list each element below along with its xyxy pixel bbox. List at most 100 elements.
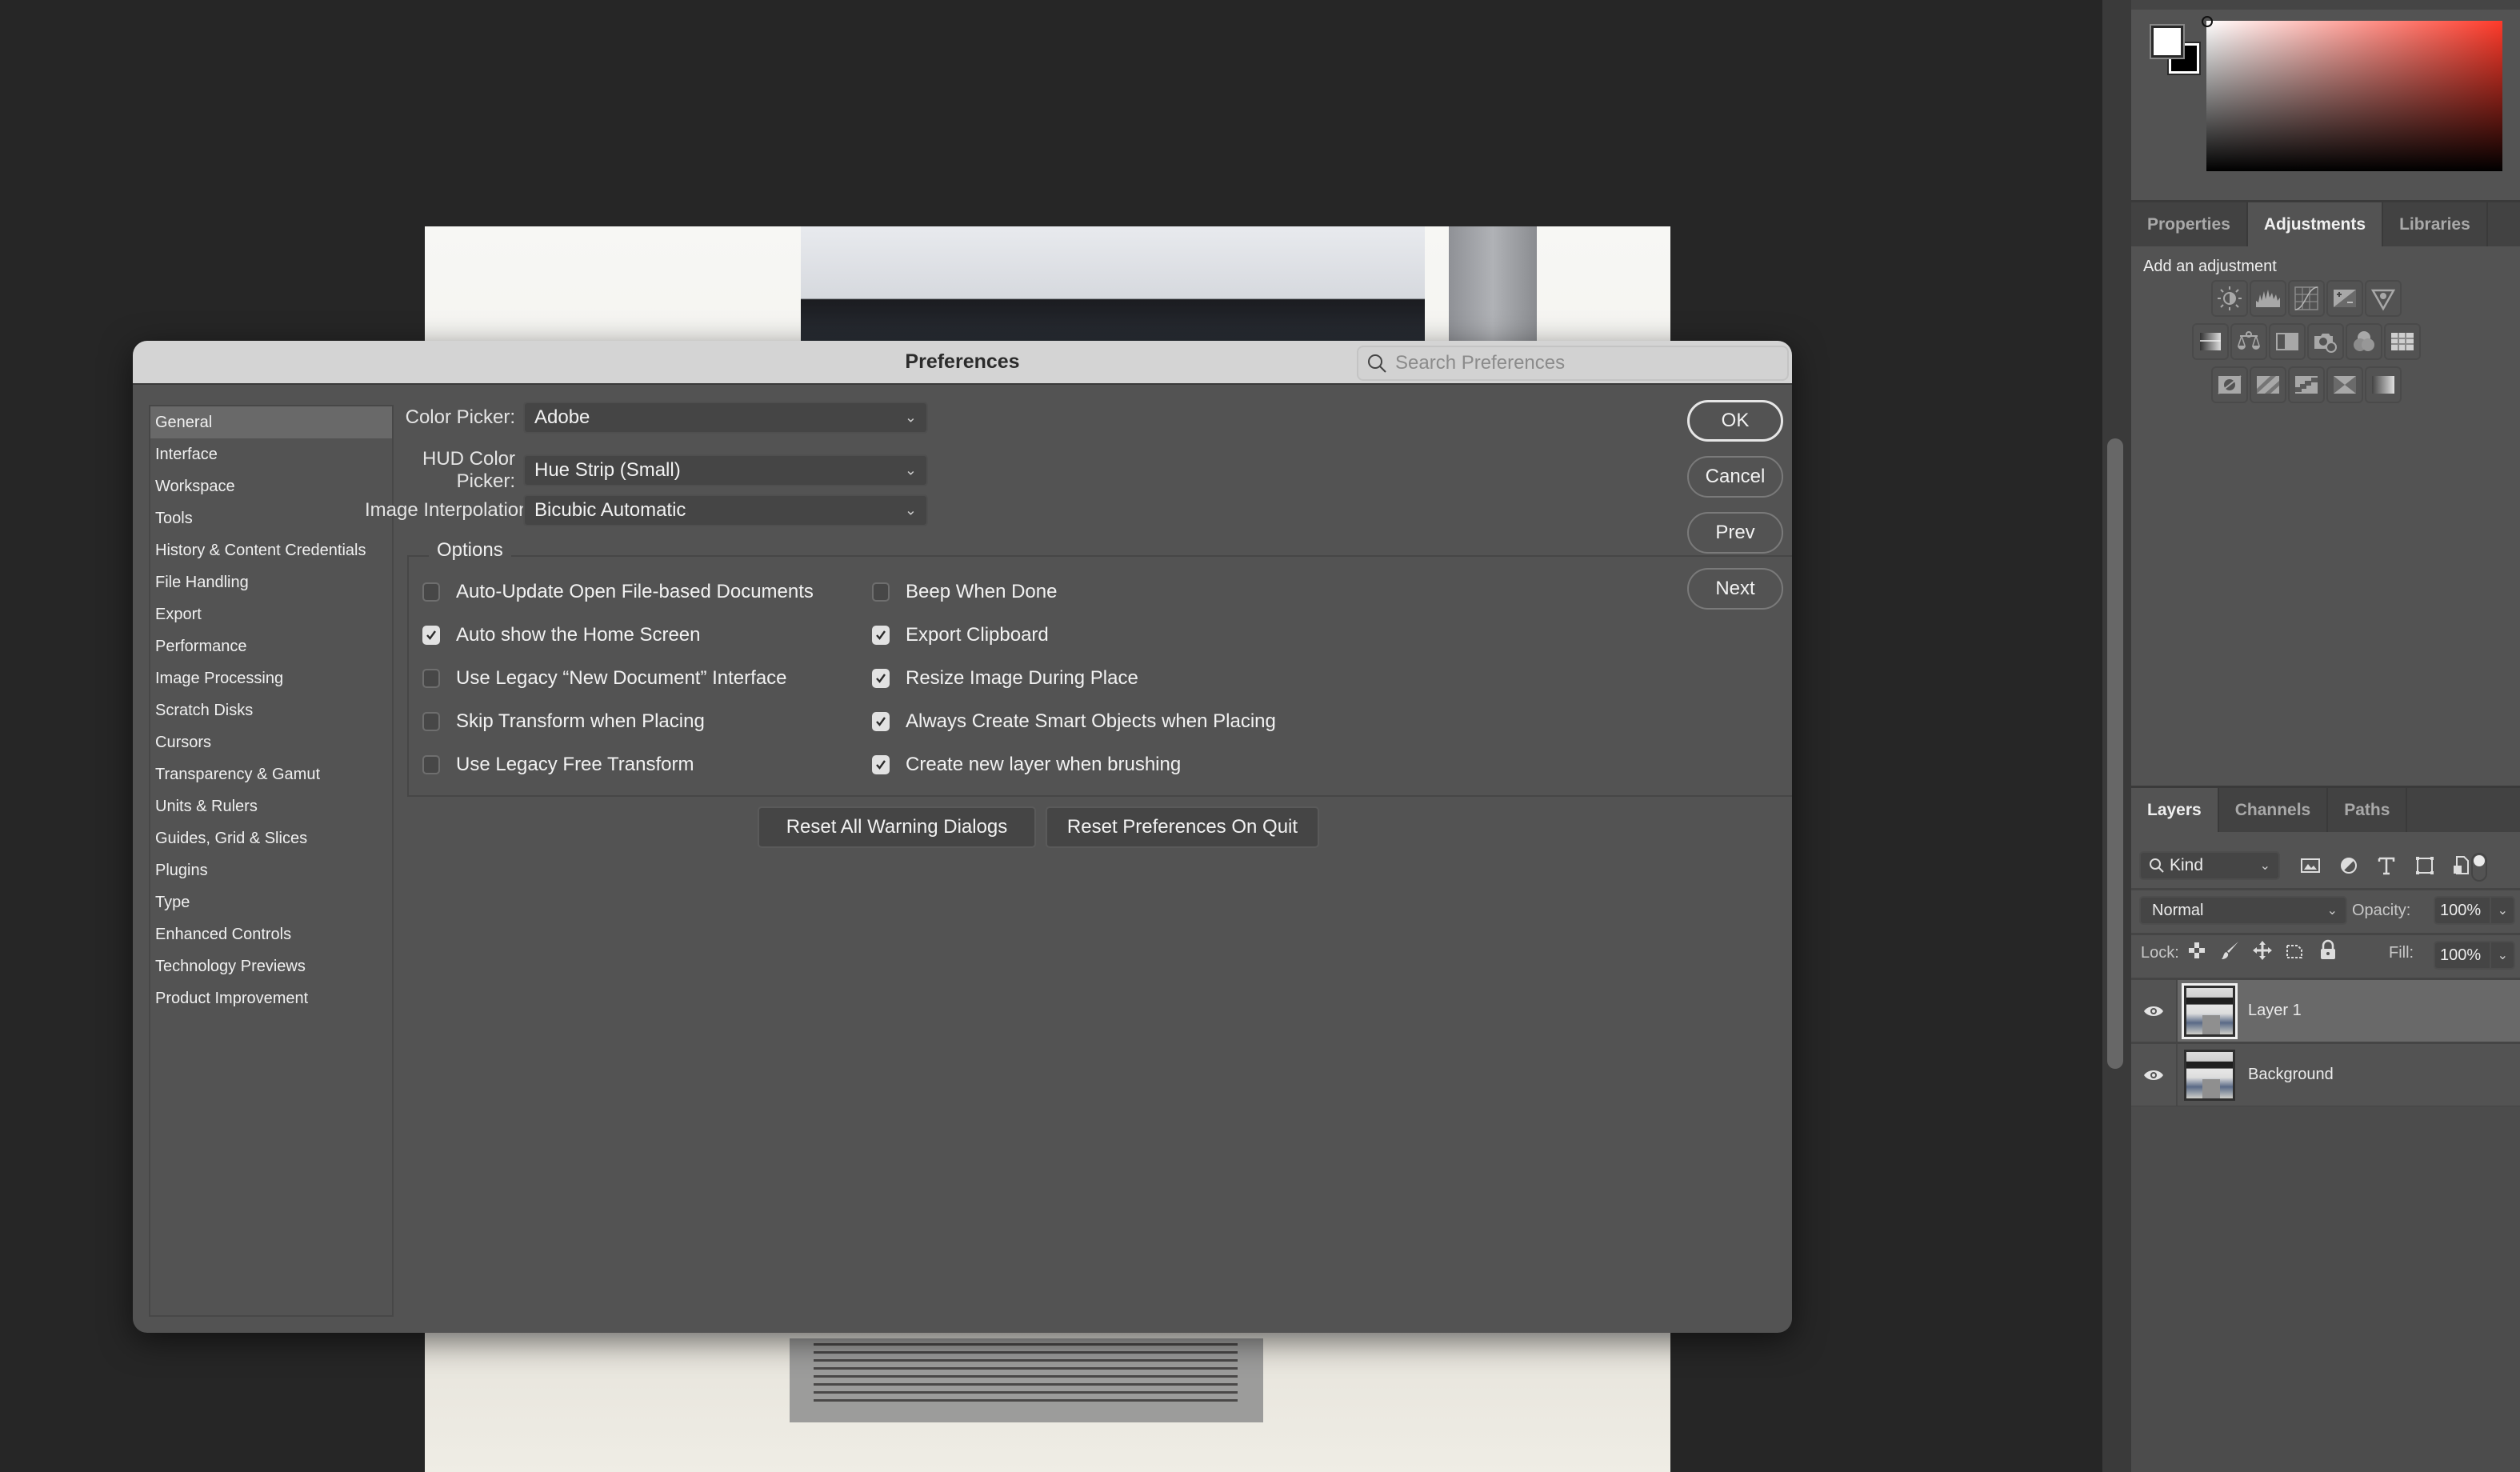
option-checkbox-row[interactable]: Use Legacy Free Transform — [422, 754, 694, 776]
image-interpolation-select[interactable]: Bicubic Automatic ⌄ — [523, 494, 928, 526]
nav-item-technology-previews[interactable]: Technology Previews — [150, 950, 392, 982]
dialog-titlebar[interactable]: Preferences — [133, 341, 1792, 385]
scrollbar-thumb[interactable] — [2107, 438, 2123, 1069]
nav-item-export[interactable]: Export — [150, 598, 392, 630]
nav-item-image-processing[interactable]: Image Processing — [150, 662, 392, 694]
checkbox-checked[interactable] — [872, 669, 890, 688]
tab-layers[interactable]: Layers — [2131, 788, 2219, 832]
tab-properties[interactable]: Properties — [2131, 202, 2248, 246]
nav-item-cursors[interactable]: Cursors — [150, 726, 392, 758]
type-layer-filter-icon[interactable] — [2374, 853, 2399, 878]
cancel-button[interactable]: Cancel — [1687, 456, 1783, 498]
layer-row-background[interactable]: Background — [2131, 1044, 2520, 1108]
layer-visibility-toggle[interactable] — [2131, 1044, 2178, 1106]
posterize-icon[interactable] — [2250, 366, 2286, 403]
tab-adjustments[interactable]: Adjustments — [2247, 202, 2384, 246]
levels-icon[interactable] — [2250, 280, 2286, 317]
adjustment-layer-filter-icon[interactable] — [2336, 853, 2362, 878]
chevron-down-icon[interactable]: ⌄ — [2498, 947, 2508, 963]
option-checkbox-row[interactable]: Skip Transform when Placing — [422, 710, 705, 733]
shape-layer-filter-icon[interactable] — [2412, 853, 2438, 878]
checkbox-unchecked[interactable] — [422, 712, 440, 731]
color-picker-select[interactable]: Adobe ⌄ — [523, 402, 928, 434]
layer-visibility-toggle[interactable] — [2131, 980, 2178, 1042]
nav-item-interface[interactable]: Interface — [150, 438, 392, 470]
curves-icon[interactable] — [2288, 280, 2325, 317]
ok-button[interactable]: OK — [1687, 400, 1783, 442]
option-checkbox-row[interactable]: Resize Image During Place — [872, 667, 1138, 690]
option-checkbox-row[interactable]: Auto show the Home Screen — [422, 624, 701, 646]
nav-item-file-handling[interactable]: File Handling — [150, 566, 392, 598]
nav-item-workspace[interactable]: Workspace — [150, 470, 392, 502]
lock-transparent-pixels-icon[interactable] — [2186, 939, 2208, 962]
smart-object-filter-icon[interactable] — [2448, 853, 2474, 878]
layer-filter-kind-select[interactable]: Kind ⌄ — [2139, 851, 2280, 880]
vertical-scrollbar[interactable] — [2102, 0, 2128, 1472]
option-checkbox-row[interactable]: Beep When Done — [872, 581, 1057, 603]
checkbox-unchecked[interactable] — [422, 755, 440, 774]
search-preferences-box[interactable] — [1357, 346, 1789, 381]
reset-preferences-on-quit-button[interactable]: Reset Preferences On Quit — [1046, 806, 1319, 848]
pixel-layer-filter-icon[interactable] — [2298, 853, 2323, 878]
invert-icon[interactable] — [2211, 366, 2248, 403]
gradient-map-icon[interactable] — [2365, 366, 2402, 403]
lock-artboard-icon[interactable] — [2283, 939, 2306, 962]
threshold-icon[interactable] — [2288, 366, 2325, 403]
option-checkbox-row[interactable]: Export Clipboard — [872, 624, 1049, 646]
vibrance-icon[interactable] — [2365, 280, 2402, 317]
layer-main[interactable]: Background — [2178, 1044, 2520, 1106]
fill-field[interactable]: 100% ⌄ — [2434, 941, 2515, 970]
chevron-down-icon[interactable]: ⌄ — [2498, 902, 2508, 918]
next-button[interactable]: Next — [1687, 568, 1783, 610]
nav-item-guides-grid-slices[interactable]: Guides, Grid & Slices — [150, 822, 392, 854]
lock-all-padlock-icon[interactable] — [2317, 939, 2339, 962]
color-balance-icon[interactable] — [2230, 323, 2267, 360]
option-checkbox-row[interactable]: Auto-Update Open File-based Documents — [422, 581, 814, 603]
hud-color-picker-select[interactable]: Hue Strip (Small) ⌄ — [523, 454, 928, 486]
option-checkbox-row[interactable]: Always Create Smart Objects when Placing — [872, 710, 1276, 733]
tab-channels[interactable]: Channels — [2219, 788, 2329, 832]
nav-item-history-content-credentials[interactable]: History & Content Credentials — [150, 534, 392, 566]
tab-paths[interactable]: Paths — [2328, 788, 2408, 832]
nav-item-general[interactable]: General — [150, 406, 392, 438]
checkbox-unchecked[interactable] — [422, 582, 440, 602]
search-preferences-input[interactable] — [1395, 352, 1779, 374]
exposure-icon[interactable] — [2326, 280, 2363, 317]
checkbox-checked[interactable] — [872, 712, 890, 731]
nav-item-units-rulers[interactable]: Units & Rulers — [150, 790, 392, 822]
channel-mixer-icon[interactable] — [2346, 323, 2382, 360]
selective-color-icon[interactable] — [2326, 366, 2363, 403]
color-picker-field[interactable] — [2206, 21, 2502, 171]
checkbox-checked[interactable] — [872, 626, 890, 645]
photo-filter-icon[interactable] — [2307, 323, 2344, 360]
layer-row-layer-1[interactable]: Layer 1 — [2131, 980, 2520, 1044]
checkbox-checked[interactable] — [872, 755, 890, 774]
nav-item-plugins[interactable]: Plugins — [150, 854, 392, 886]
nav-item-tools[interactable]: Tools — [150, 502, 392, 534]
lock-position-move-icon[interactable] — [2251, 939, 2274, 962]
foreground-color-swatch[interactable] — [2150, 24, 2185, 59]
nav-item-type[interactable]: Type — [150, 886, 392, 918]
black-white-icon[interactable] — [2269, 323, 2306, 360]
prev-button[interactable]: Prev — [1687, 512, 1783, 554]
tab-libraries[interactable]: Libraries — [2383, 202, 2488, 246]
layer-main[interactable]: Layer 1 — [2178, 980, 2520, 1042]
option-checkbox-row[interactable]: Create new layer when brushing — [872, 754, 1181, 776]
checkbox-unchecked[interactable] — [422, 669, 440, 688]
nav-item-enhanced-controls[interactable]: Enhanced Controls — [150, 918, 392, 950]
option-checkbox-row[interactable]: Use Legacy “New Document” Interface — [422, 667, 787, 690]
opacity-field[interactable]: 100% ⌄ — [2434, 896, 2515, 925]
checkbox-checked[interactable] — [422, 626, 440, 645]
layer-filter-toggle[interactable] — [2471, 853, 2487, 882]
lock-image-pixels-brush-icon[interactable] — [2219, 939, 2242, 962]
nav-item-performance[interactable]: Performance — [150, 630, 392, 662]
nav-item-scratch-disks[interactable]: Scratch Disks — [150, 694, 392, 726]
layers-list-empty-area[interactable] — [2131, 1106, 2520, 1472]
nav-item-product-improvement[interactable]: Product Improvement — [150, 982, 392, 1014]
brightness-contrast-icon[interactable] — [2211, 280, 2248, 317]
color-lookup-icon[interactable] — [2384, 323, 2421, 360]
reset-all-warning-dialogs-button[interactable]: Reset All Warning Dialogs — [758, 806, 1036, 848]
blend-mode-select[interactable]: Normal ⌄ — [2139, 896, 2347, 925]
nav-item-transparency-gamut[interactable]: Transparency & Gamut — [150, 758, 392, 790]
hue-saturation-icon[interactable] — [2192, 323, 2229, 360]
